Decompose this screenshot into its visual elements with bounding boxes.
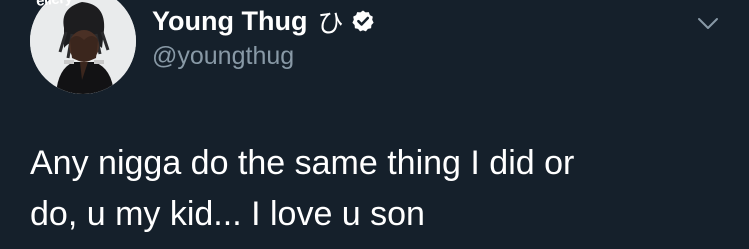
tweet-text: Any nigga do the same thing I did or do,… (30, 144, 575, 233)
author-name-row[interactable]: Young Thug ひ (152, 4, 375, 39)
author-display-name[interactable]: Young Thug (152, 6, 307, 37)
avatar-photo (30, 0, 136, 94)
chevron-down-icon[interactable] (695, 10, 721, 36)
tweet-header: Young Thug ひ @youngthug (152, 4, 375, 71)
author-handle[interactable]: @youngthug (152, 42, 375, 71)
tweet-card: ellery Young Thug ひ @youngthug Any nigga… (0, 0, 749, 249)
verified-badge-icon (352, 10, 375, 32)
avatar[interactable] (30, 0, 136, 94)
author-name-emoji: ひ (317, 8, 344, 39)
